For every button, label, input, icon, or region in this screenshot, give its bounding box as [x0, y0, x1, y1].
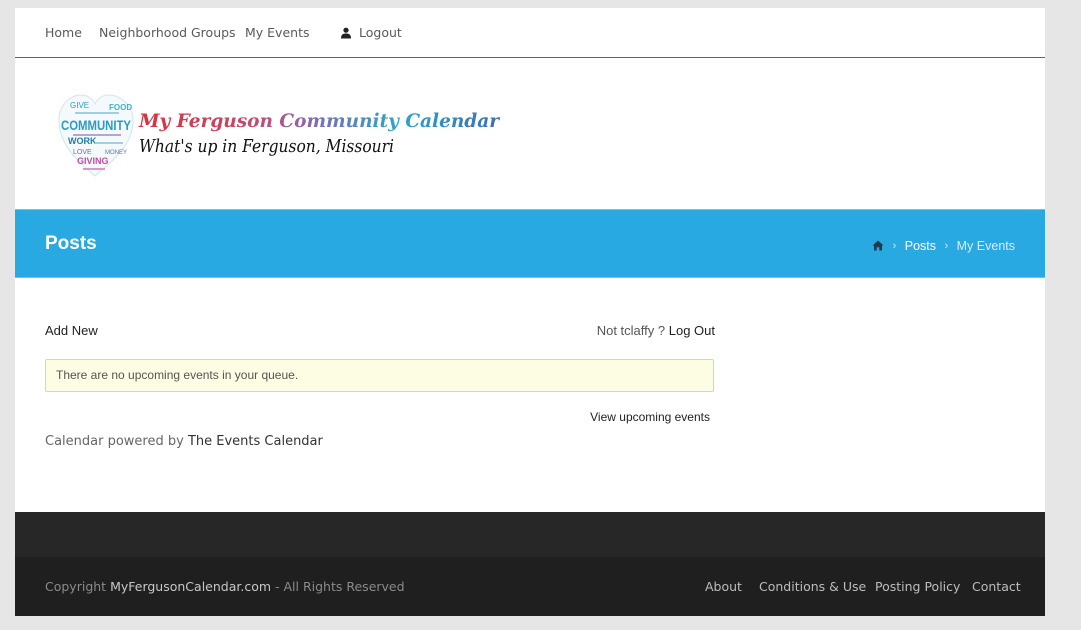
add-new-link[interactable]: Add New — [45, 323, 98, 338]
site-logo[interactable]: GIVE FOOD COMMUNITY WORK LOVE GIVING MON… — [57, 92, 502, 178]
user-status: Not tclaffy ? Log Out — [597, 323, 715, 338]
logo-tagline: What's up in Ferguson, Missouri — [139, 136, 394, 157]
page-title-bar: Posts › Posts › My Events — [15, 210, 1045, 278]
nav-my-events-link[interactable]: My Events — [245, 25, 309, 40]
copyright-prefix: Copyright — [45, 579, 111, 594]
view-upcoming-events-link[interactable]: View upcoming events — [590, 410, 710, 424]
footer: Copyright MyFergusonCalendar.com - All R… — [15, 557, 1045, 616]
breadcrumb-separator: › — [892, 239, 897, 252]
footer-widgets — [15, 512, 1045, 557]
home-icon[interactable] — [872, 240, 884, 251]
heart-word: WORK — [68, 136, 97, 146]
nav-logout-link[interactable]: Logout — [359, 25, 402, 40]
site-home-link[interactable]: MyFergusonCalendar.com — [110, 579, 271, 594]
powered-by-prefix: Calendar powered by — [45, 434, 188, 449]
nav-home-link[interactable]: Home — [45, 25, 82, 40]
heart-word: GIVING — [77, 156, 109, 166]
copyright-suffix: - All Rights Reserved — [271, 579, 405, 594]
footer-link-posting-policy[interactable]: Posting Policy — [875, 579, 960, 594]
nav-neighborhood-groups-link[interactable]: Neighborhood Groups — [99, 25, 236, 40]
heart-word: COMMUNITY — [61, 117, 132, 133]
breadcrumb-separator: › — [944, 239, 949, 252]
breadcrumb-posts-link[interactable]: Posts — [905, 239, 936, 253]
top-nav: Home Neighborhood Groups My Events Logou… — [15, 8, 1045, 58]
events-calendar-link[interactable]: The Events Calendar — [188, 434, 323, 449]
heart-word: LOVE — [73, 149, 92, 156]
page-title: Posts — [45, 233, 97, 254]
breadcrumb: › Posts › My Events — [872, 238, 1015, 254]
heart-word: MONEY — [105, 150, 127, 156]
breadcrumb-current: My Events — [956, 238, 1015, 253]
footer-link-contact[interactable]: Contact — [972, 579, 1021, 594]
not-user-text: Not tclaffy ? — [596, 323, 666, 338]
footer-link-conditions[interactable]: Conditions & Use — [759, 579, 866, 594]
copyright: Copyright MyFergusonCalendar.com - All R… — [45, 579, 405, 594]
user-icon — [341, 27, 351, 39]
log-out-link[interactable]: Log Out — [669, 323, 715, 338]
footer-link-about[interactable]: About — [705, 579, 742, 594]
heart-word: GIVE — [70, 101, 89, 110]
powered-by-text: Calendar powered by The Events Calendar — [45, 434, 323, 449]
empty-queue-notice: There are no upcoming events in your que… — [45, 359, 714, 392]
logo-title: My Ferguson Community Calendar — [138, 110, 501, 132]
heart-icon: GIVE FOOD COMMUNITY WORK LOVE GIVING MON… — [58, 94, 134, 177]
heart-word: FOOD — [109, 103, 132, 112]
page: Home Neighborhood Groups My Events Logou… — [15, 8, 1045, 616]
